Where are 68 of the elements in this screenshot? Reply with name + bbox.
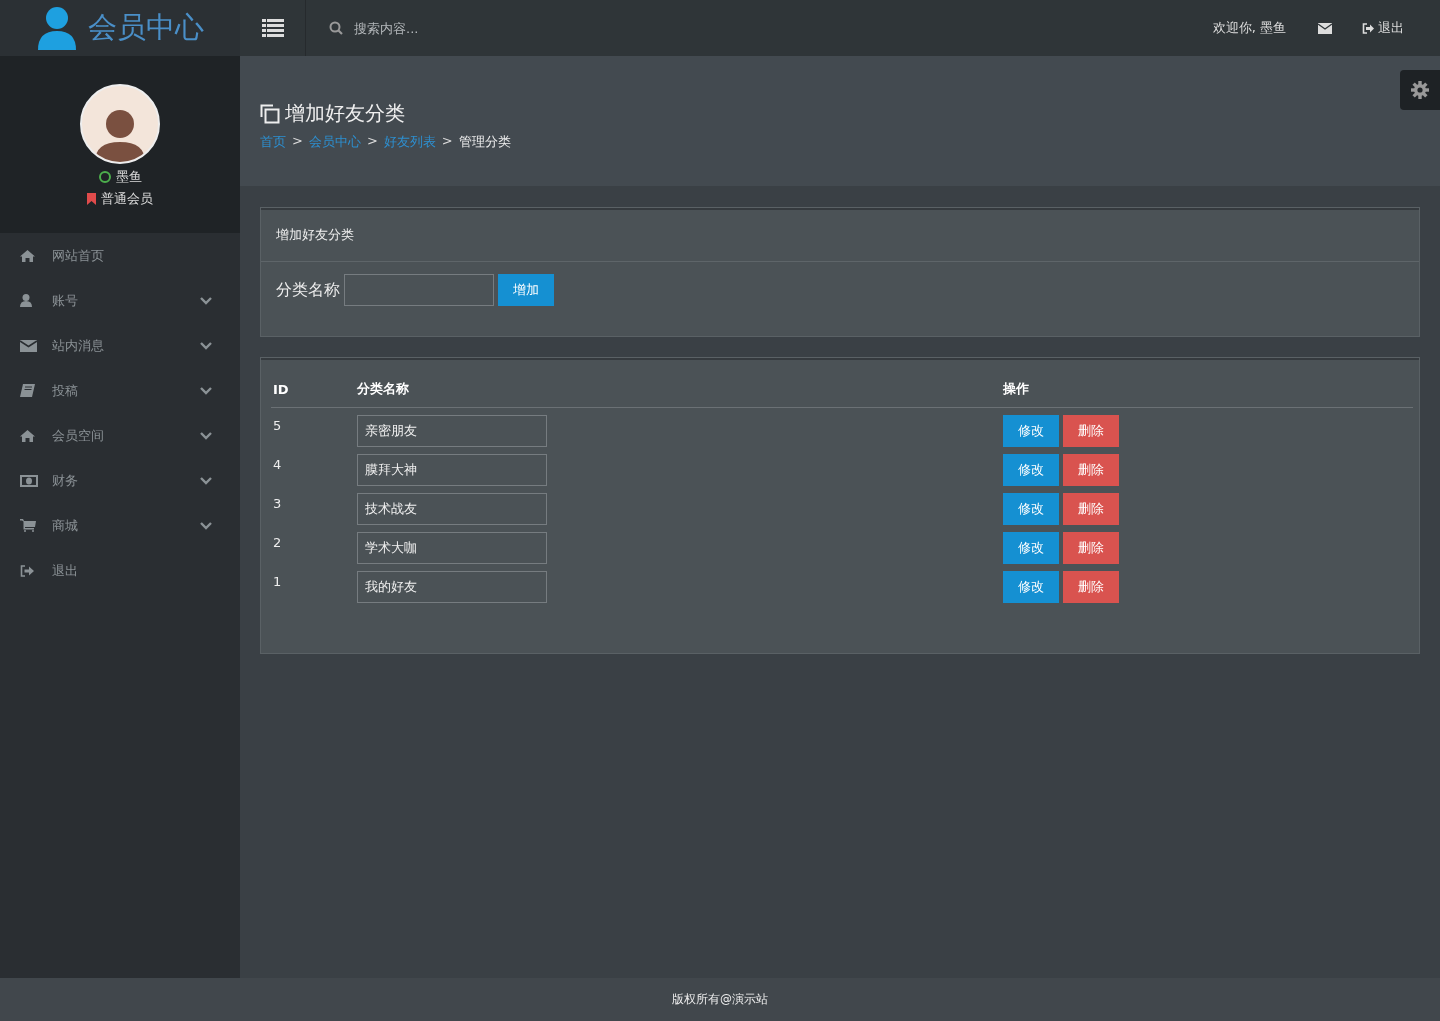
home-icon <box>20 249 35 262</box>
category-name-field[interactable]: 学术大咖 <box>357 532 547 564</box>
column-header: ID <box>271 370 355 408</box>
breadcrumb-current: 管理分类 <box>458 133 511 151</box>
column-header: 操作 <box>1001 370 1413 408</box>
field-label: 分类名称 <box>276 279 340 301</box>
delete-button[interactable]: 删除 <box>1063 454 1119 486</box>
edit-button[interactable]: 修改 <box>1003 493 1059 525</box>
category-name-field[interactable]: 技术战友 <box>357 493 547 525</box>
breadcrumb-separator: > <box>292 133 303 150</box>
page-title: 增加好友分类 <box>285 100 405 127</box>
delete-button[interactable]: 删除 <box>1063 532 1119 564</box>
panel-title: 增加好友分类 <box>276 227 354 242</box>
home-icon <box>20 429 35 442</box>
mail-button[interactable] <box>1318 22 1332 34</box>
breadcrumb-link[interactable]: 好友列表 <box>383 133 436 151</box>
breadcrumb-separator: > <box>441 133 453 150</box>
category-name-field[interactable]: 膜拜大神 <box>357 454 547 486</box>
search-icon <box>329 21 343 35</box>
delete-button[interactable]: 删除 <box>1063 415 1119 447</box>
delete-button[interactable]: 删除 <box>1063 571 1119 603</box>
id-cell: 4 <box>273 457 282 472</box>
column-header: 分类名称 <box>355 370 1001 408</box>
search-field[interactable]: 搜索内容... <box>352 19 556 37</box>
id-cell: 2 <box>273 535 282 550</box>
id-cell: 3 <box>273 496 282 511</box>
sidebar-item[interactable]: 站内消息 <box>0 323 240 368</box>
sidebar-item[interactable]: 账号 <box>0 278 240 323</box>
sidebar-item[interactable]: 财务 <box>0 458 240 503</box>
member-level: 普通会员 <box>101 190 153 208</box>
sidebar-item[interactable]: 退出 <box>0 548 240 593</box>
envelope-icon <box>20 339 37 352</box>
sidebar-item[interactable]: 商城 <box>0 503 240 548</box>
category-name-field[interactable]: 亲密朋友 <box>357 415 547 447</box>
settings-icon <box>1411 81 1429 99</box>
breadcrumb-separator: > <box>366 133 378 150</box>
edit-button[interactable]: 修改 <box>1003 532 1059 564</box>
breadcrumb-link[interactable]: 首页 <box>260 133 286 151</box>
edit-button[interactable]: 修改 <box>1003 571 1059 603</box>
settings-button[interactable] <box>1400 70 1440 110</box>
banknote-icon <box>20 474 38 487</box>
sidebar-item[interactable]: 投稿 <box>0 368 240 413</box>
user-name: 墨鱼 <box>115 168 142 186</box>
add-button[interactable]: 增加 <box>498 274 554 306</box>
breadcrumb-link[interactable]: 会员中心 <box>308 133 361 151</box>
sign-out-icon <box>1362 22 1374 34</box>
copyright-text: 版权所有@演示站 <box>672 991 768 1008</box>
category-name-input[interactable] <box>344 274 494 306</box>
edit-button[interactable]: 修改 <box>1003 415 1059 447</box>
cart-icon <box>20 519 36 532</box>
sidebar-item[interactable]: 会员空间 <box>0 413 240 458</box>
delete-button[interactable]: 删除 <box>1063 493 1119 525</box>
id-cell: 5 <box>273 418 282 433</box>
book-icon <box>20 384 35 397</box>
sidebar-item[interactable]: 网站首页 <box>0 233 240 278</box>
user-icon <box>20 294 32 307</box>
welcome-link[interactable]: 欢迎你, 墨鱼 <box>1212 19 1286 37</box>
edit-button[interactable]: 修改 <box>1003 454 1059 486</box>
category-name-field[interactable]: 我的好友 <box>357 571 547 603</box>
sign-out-icon <box>20 564 34 577</box>
bookmark-icon <box>87 193 96 205</box>
id-cell: 1 <box>273 574 282 589</box>
logout-link[interactable]: 退出 <box>1362 19 1404 37</box>
copy-icon <box>260 103 280 124</box>
list-icon <box>261 19 284 37</box>
envelope-icon <box>1318 22 1332 34</box>
user-logo-icon <box>36 6 78 50</box>
logo-title: 会员中心 <box>88 9 204 46</box>
